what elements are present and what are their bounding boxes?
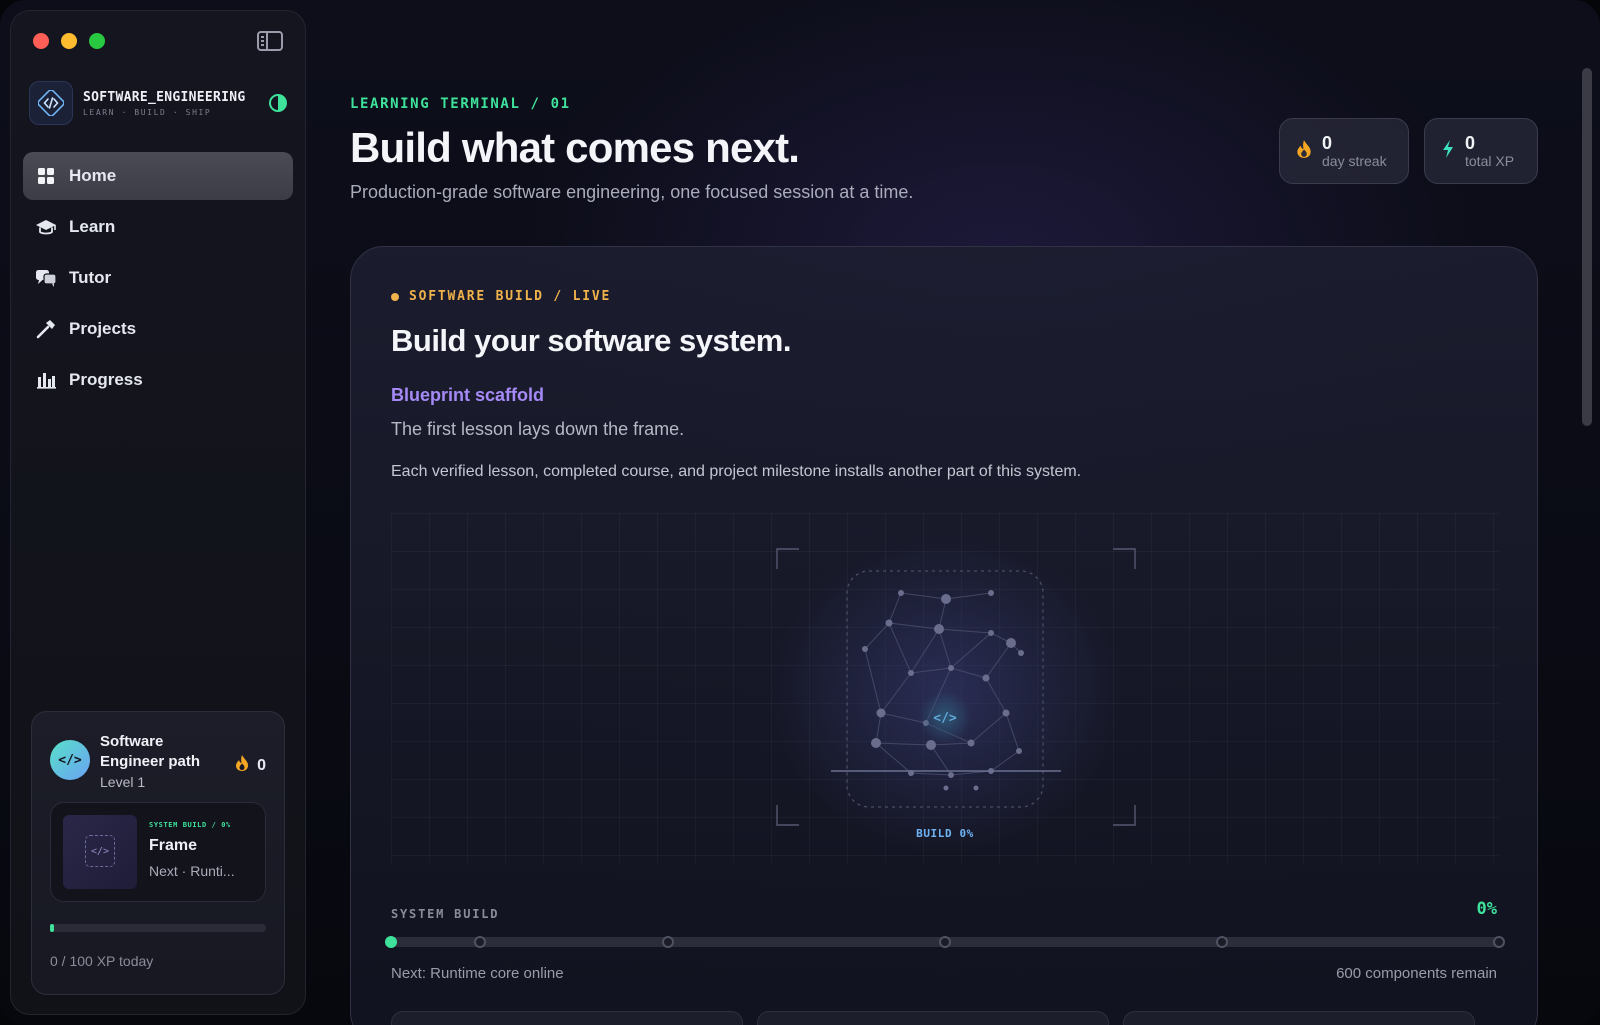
components-remaining-text: 600 components remain xyxy=(1336,965,1497,982)
minimize-window-button[interactable] xyxy=(61,33,77,49)
live-dot-icon xyxy=(391,292,399,301)
daily-xp-progress-bar xyxy=(50,924,266,932)
total-xp-label: total XP xyxy=(1465,153,1515,169)
sidebar-nav: Home Learn Tutor Projects Progress xyxy=(23,152,293,407)
path-level: Level 1 xyxy=(100,774,146,790)
bar-chart-icon xyxy=(35,369,57,391)
day-streak-badge: 0 day streak xyxy=(1279,118,1409,184)
system-build-progress-track xyxy=(385,936,1505,948)
main-content: LEARNING TERMINAL / 01 Build what comes … xyxy=(350,0,1540,1025)
brand-subtitle: LEARN · BUILD · SHIP xyxy=(83,107,212,117)
bottom-tile-1[interactable] xyxy=(391,1011,743,1025)
lightning-icon xyxy=(1441,139,1455,164)
theme-toggle-icon[interactable] xyxy=(269,94,287,112)
live-label: SOFTWARE BUILD / LIVE xyxy=(409,289,612,304)
stage-name: Blueprint scaffold xyxy=(391,385,545,405)
card-title: Build your software system. xyxy=(391,323,791,358)
sidebar-item-label: Progress xyxy=(69,370,143,389)
grid-icon xyxy=(35,165,57,187)
blueprint-network-graphic: </> xyxy=(771,533,1136,853)
milestone-marker xyxy=(385,936,397,948)
main-scrollbar-thumb[interactable] xyxy=(1582,68,1592,426)
path-avatar: </> xyxy=(50,740,90,780)
brand-title: SOFTWARE_ENGINEERING xyxy=(83,89,246,105)
bottom-tile-2[interactable] xyxy=(757,1011,1109,1025)
sidebar-item-progress[interactable]: Progress xyxy=(23,356,293,404)
day-streak-value: 0 xyxy=(1322,133,1333,153)
mini-build-tag: SYSTEM BUILD / 0% xyxy=(149,821,231,829)
milestone-marker xyxy=(662,936,674,948)
mini-build-title: Frame xyxy=(149,837,198,854)
page-kicker: LEARNING TERMINAL / 01 xyxy=(350,96,571,112)
card-note: Each verified lesson, completed course, … xyxy=(391,463,1082,480)
software-build-card: SOFTWARE BUILD / LIVE Build your softwar… xyxy=(350,246,1538,1025)
path-streak-count: 0 xyxy=(257,756,266,774)
daily-xp-text: 0 / 100 XP today xyxy=(50,953,154,969)
day-streak-label: day streak xyxy=(1322,153,1387,169)
sidebar-item-home[interactable]: Home xyxy=(23,152,293,200)
code-brackets-icon: </> xyxy=(85,835,115,867)
sidebar-item-label: Learn xyxy=(69,217,116,236)
milestone-marker xyxy=(1216,936,1228,948)
total-xp-value: 0 xyxy=(1465,133,1476,153)
system-build-percent: 0% xyxy=(1476,899,1497,919)
learning-path-card[interactable]: </> Software Engineer path Level 1 0 </>… xyxy=(31,711,285,995)
daily-xp-progress-fill xyxy=(50,924,55,932)
sidebar-item-label: Tutor xyxy=(69,268,112,287)
next-component-text: Next: Runtime core online xyxy=(391,965,564,982)
bottom-tile-3[interactable] xyxy=(1123,1011,1475,1025)
system-build-label: SYSTEM BUILD xyxy=(391,907,500,921)
brand: SOFTWARE_ENGINEERING LEARN · BUILD · SHI… xyxy=(29,79,287,127)
stage-description: The first lesson lays down the frame. xyxy=(391,419,685,439)
path-title: Software Engineer path xyxy=(100,733,201,770)
sidebar-item-label: Home xyxy=(69,166,117,185)
page-title: Build what comes next. xyxy=(350,124,800,171)
build-percent-label: BUILD 0% xyxy=(916,827,974,840)
code-logo-icon xyxy=(29,81,73,125)
app-window: SOFTWARE_ENGINEERING LEARN · BUILD · SHI… xyxy=(0,0,1600,1025)
total-xp-badge: 0 total XP xyxy=(1424,118,1538,184)
build-thumbnail: </> xyxy=(63,815,137,889)
window-controls xyxy=(33,33,105,49)
mini-build-next: Next · Runti... xyxy=(149,863,235,879)
milestone-marker xyxy=(939,936,951,948)
flame-icon xyxy=(235,754,249,777)
graduation-cap-icon xyxy=(35,216,57,238)
system-blueprint-visualization: </> xyxy=(391,513,1499,863)
flame-icon xyxy=(1296,139,1312,164)
milestone-marker xyxy=(1493,936,1505,948)
close-window-button[interactable] xyxy=(33,33,49,49)
current-build-card[interactable]: </> SYSTEM BUILD / 0% Frame Next · Runti… xyxy=(50,802,266,902)
sidebar: SOFTWARE_ENGINEERING LEARN · BUILD · SHI… xyxy=(10,10,306,1015)
sidebar-toggle-icon[interactable] xyxy=(257,31,283,51)
sidebar-item-projects[interactable]: Projects xyxy=(23,305,293,353)
sidebar-item-label: Projects xyxy=(69,319,137,338)
live-status: SOFTWARE BUILD / LIVE xyxy=(391,289,611,304)
sidebar-item-tutor[interactable]: Tutor xyxy=(23,254,293,302)
sidebar-item-learn[interactable]: Learn xyxy=(23,203,293,251)
hammer-icon xyxy=(35,318,57,340)
page-subtitle: Production-grade software engineering, o… xyxy=(350,182,914,202)
chat-bubbles-icon xyxy=(35,267,57,289)
milestone-marker xyxy=(473,936,486,948)
maximize-window-button[interactable] xyxy=(89,33,105,49)
svg-text:</>: </> xyxy=(933,711,957,726)
